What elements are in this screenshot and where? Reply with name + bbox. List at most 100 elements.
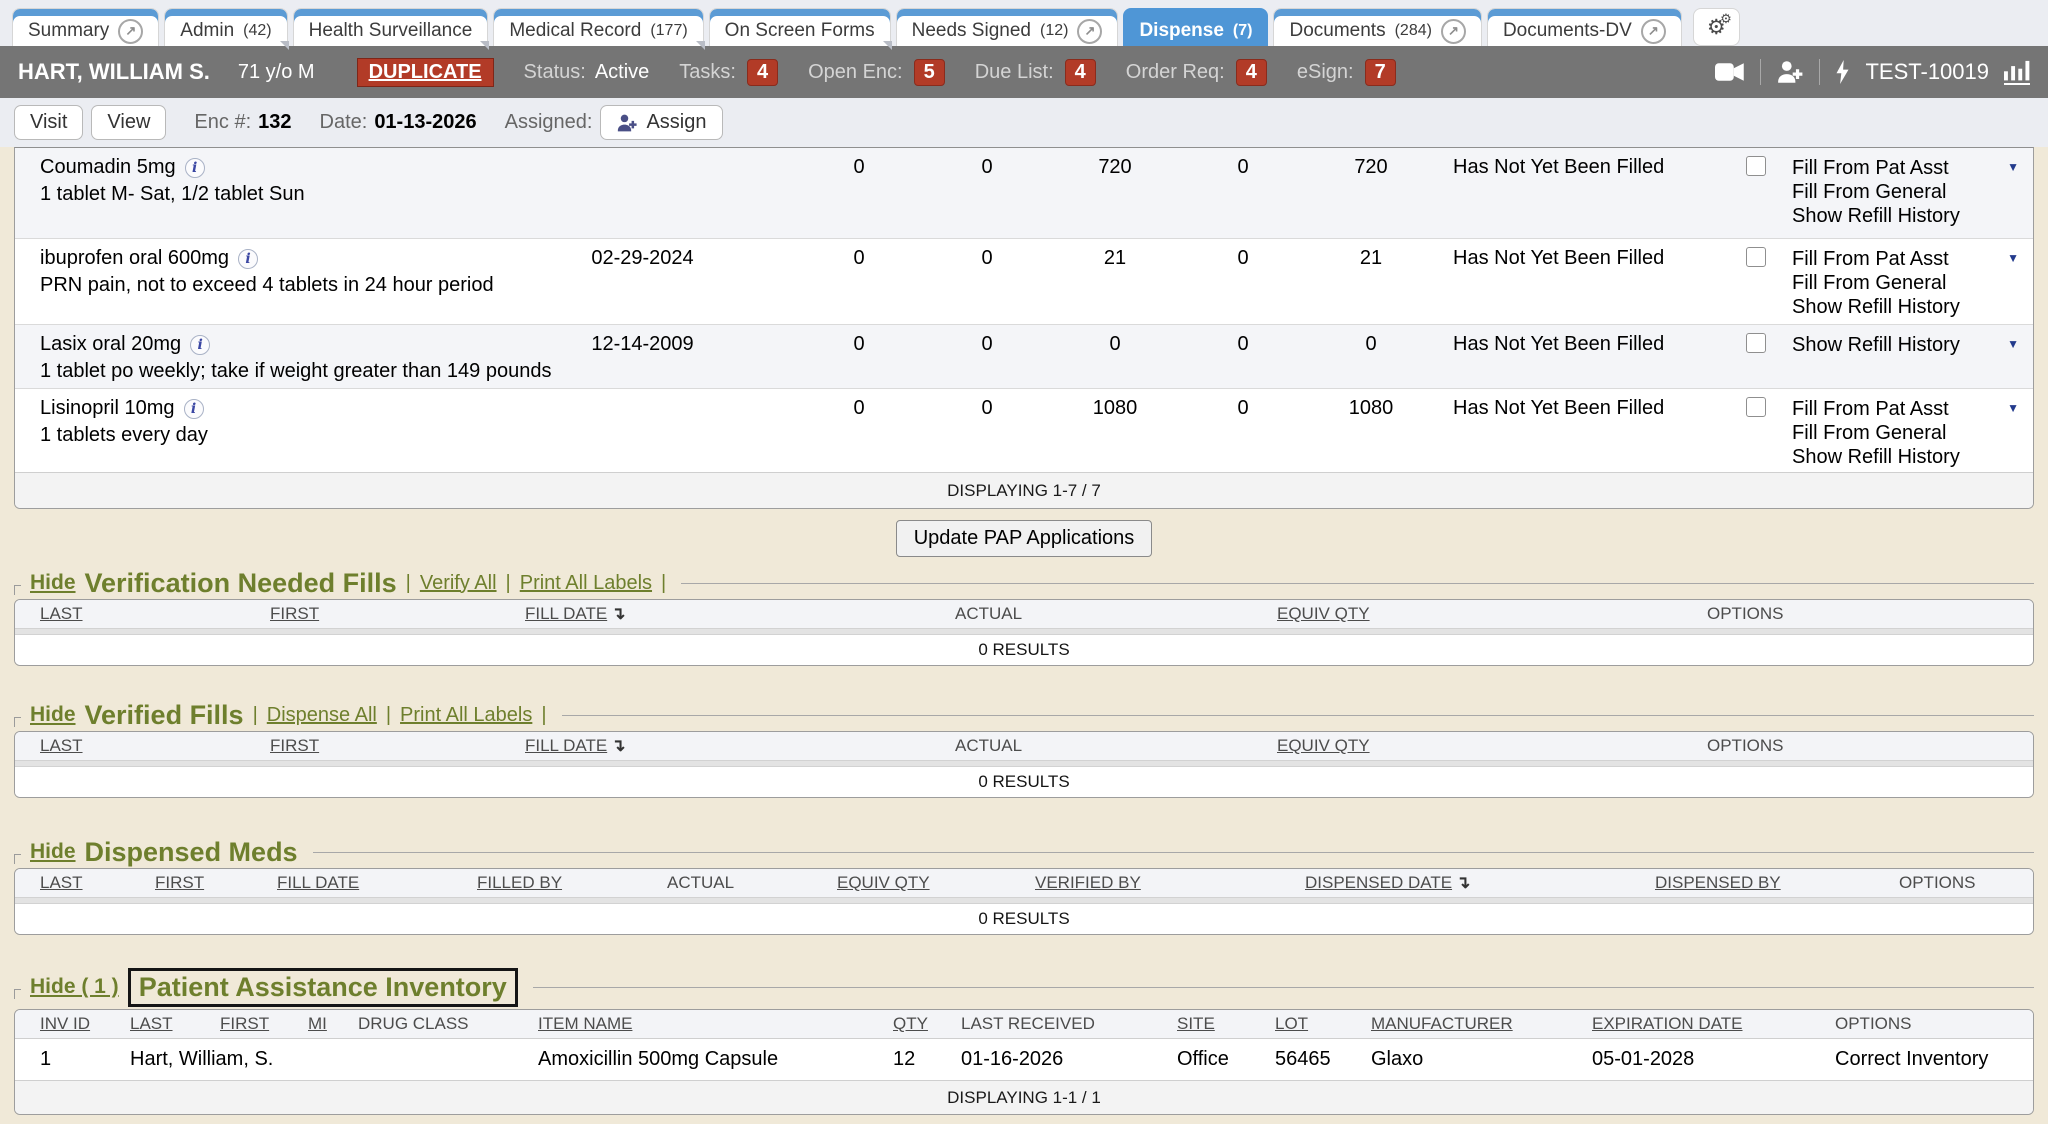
add-person-icon[interactable] (1776, 59, 1804, 85)
col-site[interactable]: SITE (1177, 1014, 1275, 1034)
med-row-lasix: Lasix oral 20mg i 1 tablet po weekly; ta… (15, 324, 2033, 388)
tab-label: On Screen Forms (725, 20, 875, 42)
col-first[interactable]: FIRST (220, 1014, 308, 1034)
tab-medical-record[interactable]: Medical Record (177) (493, 8, 703, 46)
col-last[interactable]: LAST (40, 604, 270, 624)
tasks-badge[interactable]: 4 (747, 59, 778, 86)
col-equiv-qty[interactable]: EQUIV QTY (1277, 604, 1707, 624)
col-first[interactable]: FIRST (155, 873, 277, 893)
col-qty[interactable]: QTY (893, 1014, 961, 1034)
hide-link[interactable]: Hide (30, 703, 76, 727)
show-refill-history-link[interactable]: Show Refill History (1792, 295, 2033, 319)
col-first[interactable]: FIRST (270, 736, 525, 756)
fill-checkbox[interactable] (1746, 333, 1766, 353)
fill-checkbox[interactable] (1746, 247, 1766, 267)
fill-checkbox[interactable] (1746, 156, 1766, 176)
info-icon[interactable]: i (185, 158, 205, 178)
due-list-badge[interactable]: 4 (1065, 59, 1096, 86)
col-last[interactable]: LAST (40, 736, 270, 756)
col-dispensed-by[interactable]: DISPENSED BY (1655, 873, 1899, 893)
col-first[interactable]: FIRST (270, 604, 525, 624)
patient-id: TEST-10019 (1865, 59, 1989, 85)
tab-documents-dv[interactable]: Documents-DV ↗ (1487, 8, 1682, 46)
col-expiration-date[interactable]: EXPIRATION DATE (1592, 1014, 1835, 1034)
show-refill-history-link[interactable]: Show Refill History (1792, 204, 2033, 228)
col-last[interactable]: LAST (130, 1014, 220, 1034)
med-name-cell: ibuprofen oral 600mg i PRN pain, not to … (15, 247, 560, 324)
col-inv-id[interactable]: INV ID (40, 1014, 130, 1034)
tab-health-surveillance[interactable]: Health Surveillance (293, 8, 489, 46)
col-filled-by[interactable]: FILLED BY (477, 873, 667, 893)
fill-from-general-link[interactable]: Fill From General (1792, 271, 2033, 295)
hide-link[interactable]: Hide ( 1 ) (30, 975, 119, 999)
video-camera-icon[interactable] (1715, 62, 1745, 82)
fill-checkbox[interactable] (1746, 397, 1766, 417)
duplicate-badge[interactable]: DUPLICATE (357, 58, 494, 87)
col-lot[interactable]: LOT (1275, 1014, 1371, 1034)
fill-from-pat-asst-link[interactable]: Fill From Pat Asst (1792, 397, 2033, 421)
fill-from-pat-asst-link[interactable]: Fill From Pat Asst (1792, 247, 2033, 271)
show-refill-history-link[interactable]: Show Refill History (1792, 333, 2033, 357)
col-last[interactable]: LAST (40, 873, 155, 893)
tab-dispense[interactable]: Dispense (7) (1123, 8, 1268, 46)
tab-needs-signed[interactable]: Needs Signed (12) ↗ (896, 8, 1119, 46)
col-fill-date[interactable]: FILL DATE↴ (525, 736, 955, 756)
info-icon[interactable]: i (184, 399, 204, 419)
inv-item-name: Amoxicillin 500mg Capsule (538, 1048, 893, 1071)
due-list-label: Due List: (975, 61, 1054, 84)
fill-from-general-link[interactable]: Fill From General (1792, 421, 2033, 445)
enc-date-value: 01-13-2026 (374, 111, 476, 134)
patient-assistance-inventory-section: Hide ( 1 ) Patient Assistance Inventory … (14, 965, 2034, 1115)
col-verified-by[interactable]: VERIFIED BY (1035, 873, 1305, 893)
settings-button[interactable]: ⚙ ⚙ (1693, 8, 1740, 46)
fill-from-pat-asst-link[interactable]: Fill From Pat Asst (1792, 156, 2033, 180)
tab-on-screen-forms[interactable]: On Screen Forms (709, 8, 891, 46)
tab-label: Health Surveillance (309, 20, 473, 42)
med-sig: PRN pain, not to exceed 4 tablets in 24 … (40, 274, 560, 297)
med-qty: 0 (923, 156, 1051, 238)
info-icon[interactable]: i (238, 249, 258, 269)
show-refill-history-link[interactable]: Show Refill History (1792, 445, 2033, 469)
col-equiv-qty[interactable]: EQUIV QTY (1277, 736, 1707, 756)
tab-summary[interactable]: Summary ↗ (12, 8, 159, 46)
verify-all-link[interactable]: Verify All (420, 572, 497, 595)
print-all-labels-link[interactable]: Print All Labels (400, 704, 532, 727)
lightning-icon[interactable] (1835, 60, 1850, 84)
col-equiv-qty[interactable]: EQUIV QTY (837, 873, 1035, 893)
med-qty: 0 (1179, 333, 1307, 388)
assign-button[interactable]: Assign (600, 105, 722, 140)
med-qty: 0 (795, 156, 923, 238)
print-all-labels-link[interactable]: Print All Labels (520, 572, 652, 595)
order-req-badge[interactable]: 4 (1236, 59, 1267, 86)
update-pap-applications-button[interactable]: Update PAP Applications (896, 520, 1153, 557)
col-item-name[interactable]: ITEM NAME (538, 1014, 893, 1034)
col-fill-date[interactable]: FILL DATE↴ (525, 604, 955, 624)
view-button[interactable]: View (91, 105, 166, 140)
verification-needed-fills-section: Hide Verification Needed Fills | Verify … (14, 567, 2034, 666)
tab-admin[interactable]: Admin (42) (164, 8, 287, 46)
divider (1760, 59, 1761, 85)
tab-documents[interactable]: Documents (284) ↗ (1273, 8, 1481, 46)
col-mi[interactable]: MI (308, 1014, 358, 1034)
section-title: Verified Fills (85, 700, 244, 731)
med-date: 12-14-2009 (560, 333, 725, 388)
section-title: Patient Assistance Inventory (139, 972, 507, 1003)
med-status: Has Not Yet Been Filled (1435, 333, 1720, 388)
patient-name: HART, WILLIAM S. (18, 59, 210, 85)
info-icon[interactable]: i (190, 335, 210, 355)
col-fill-date[interactable]: FILL DATE (277, 873, 477, 893)
hide-link[interactable]: Hide (30, 571, 76, 595)
hide-link[interactable]: Hide (30, 840, 76, 864)
correct-inventory-link[interactable]: Correct Inventory (1835, 1048, 2033, 1071)
section-rule (681, 583, 2034, 584)
bar-chart-icon[interactable] (2004, 59, 2030, 85)
col-dispensed-date[interactable]: DISPENSED DATE↴ (1305, 873, 1655, 893)
table-divider (15, 628, 2033, 635)
col-actual: ACTUAL (667, 873, 837, 893)
col-manufacturer[interactable]: MANUFACTURER (1371, 1014, 1592, 1034)
fill-from-general-link[interactable]: Fill From General (1792, 180, 2033, 204)
esign-badge[interactable]: 7 (1365, 59, 1396, 86)
visit-button[interactable]: Visit (14, 105, 83, 140)
dispense-all-link[interactable]: Dispense All (267, 704, 377, 727)
open-enc-badge[interactable]: 5 (914, 59, 945, 86)
